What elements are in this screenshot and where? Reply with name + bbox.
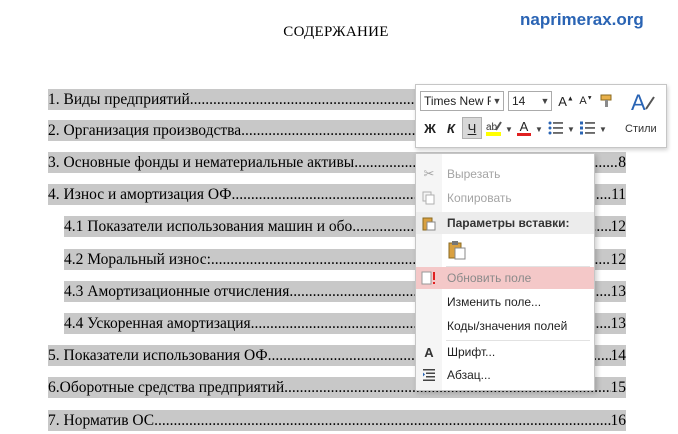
- font-color-letter: A: [519, 118, 529, 134]
- toc-page-number: 12: [610, 218, 627, 235]
- shrink-font-icon: A▼: [579, 95, 593, 107]
- toc-entry-text: 2. Организация производства: [48, 122, 242, 139]
- font-size-value: 14: [512, 94, 526, 108]
- chevron-down-icon[interactable]: ▼: [567, 125, 575, 134]
- menu-item-cut[interactable]: ✂ Вырезать: [416, 163, 594, 185]
- styles-icon: A: [631, 90, 655, 115]
- chevron-down-icon[interactable]: ▼: [539, 96, 551, 106]
- menu-item-update-field[interactable]: Обновить поле: [416, 267, 594, 289]
- toc-entry-text: 6.Оборотные средства предприятий: [48, 379, 285, 396]
- grow-font-icon: A▲: [558, 93, 574, 109]
- font-color-swatch: [517, 132, 531, 136]
- menu-item-toggle-field-codes[interactable]: Коды/значения полей: [416, 315, 594, 337]
- toc-entry[interactable]: 2. Организация производства: [48, 120, 420, 141]
- italic-label: К: [447, 120, 455, 136]
- toc-entry-text: 4.3 Амортизационные отчисления: [64, 283, 290, 300]
- chevron-down-icon[interactable]: ▼: [535, 125, 543, 134]
- toc-dot-leader: [154, 410, 610, 431]
- mini-toolbar: Times New Ro ▼ 14 ▼ A▲ A▼ A Стили Ж К Ч …: [415, 84, 667, 148]
- toc-page-number: 11: [611, 186, 626, 203]
- toc-entry[interactable]: 7. Норматив ОС 16: [48, 410, 626, 431]
- toc-entry-text: 7. Норматив ОС: [48, 412, 155, 429]
- menu-item-label: Изменить поле...: [447, 295, 542, 309]
- bullet-list-icon: [548, 121, 563, 135]
- italic-button[interactable]: К: [441, 117, 461, 139]
- update-field-icon: [416, 271, 442, 285]
- menu-item-label: Абзац...: [447, 368, 491, 382]
- menu-item-font[interactable]: A Шрифт...: [416, 341, 594, 363]
- svg-text:A: A: [631, 90, 646, 115]
- menu-item-label: Шрифт...: [447, 345, 496, 359]
- underline-button[interactable]: Ч: [462, 117, 482, 139]
- toc-entry-text: 4.1 Показатели использования машин и обо: [64, 218, 353, 235]
- highlighter-icon: ab: [486, 121, 502, 136]
- toc-entry-text: 4.2 Моральный износ:: [64, 251, 211, 268]
- highlight-color-button[interactable]: ab: [484, 117, 504, 139]
- svg-text:ab: ab: [486, 122, 498, 133]
- copy-icon: [416, 191, 442, 205]
- paste-clipboard-icon: [448, 241, 466, 260]
- paragraph-icon: [416, 368, 442, 382]
- menu-item-label: Копировать: [447, 191, 512, 205]
- toc-page-number: 16: [610, 412, 627, 429]
- menu-item-label: Коды/значения полей: [447, 319, 568, 333]
- toc-page-number: 8: [618, 154, 626, 171]
- grow-font-button[interactable]: A▲: [556, 90, 576, 112]
- font-color-button[interactable]: A: [514, 117, 534, 139]
- paste-keep-source-button[interactable]: [446, 238, 468, 262]
- font-icon: A: [424, 344, 434, 360]
- chevron-down-icon[interactable]: ▼: [505, 125, 513, 134]
- numbering-button[interactable]: [578, 117, 598, 139]
- context-menu: ✂ Вырезать Копировать Параметры вставки:: [415, 153, 595, 391]
- toc-page-number: 15: [610, 379, 627, 396]
- menu-item-copy[interactable]: Копировать: [416, 187, 594, 209]
- shrink-font-button[interactable]: A▼: [576, 90, 596, 112]
- toc-dot-leader: [190, 89, 420, 110]
- format-painter-button[interactable]: [597, 90, 617, 112]
- chevron-down-icon[interactable]: ▼: [599, 125, 607, 134]
- scissors-icon: ✂: [423, 166, 435, 181]
- bullets-button[interactable]: [546, 117, 566, 139]
- toc-page-number: 13: [610, 315, 627, 332]
- paste-options-label: Параметры вставки:: [447, 216, 570, 230]
- styles-label: Стили: [625, 123, 657, 135]
- toc-page-number: 12: [610, 251, 627, 268]
- chevron-down-icon[interactable]: ▼: [491, 96, 503, 106]
- font-color-icon: A: [517, 118, 531, 136]
- bold-label: Ж: [424, 120, 436, 136]
- menu-item-label: Вырезать: [447, 167, 501, 181]
- toc-entry-text: 3. Основные фонды и нематериальные актив…: [48, 154, 355, 171]
- toc-dot-leader: [241, 120, 420, 141]
- font-name-combo[interactable]: Times New Ro ▼: [420, 91, 504, 111]
- menu-item-edit-field[interactable]: Изменить поле...: [416, 291, 594, 313]
- format-painter-icon: [600, 94, 612, 107]
- menu-item-label: Обновить поле: [447, 271, 532, 285]
- font-size-combo[interactable]: 14 ▼: [508, 91, 552, 111]
- paste-options-header: Параметры вставки:: [416, 212, 594, 234]
- bold-button[interactable]: Ж: [420, 117, 440, 139]
- font-name-value: Times New Ro: [424, 94, 491, 108]
- toc-entry-text: 4.4 Ускоренная амортизация: [64, 315, 251, 332]
- toc-entry-text: 5. Показатели использования ОФ.: [48, 347, 272, 364]
- page-title: СОДЕРЖАНИЕ: [283, 24, 389, 40]
- toc-entry-text: 1. Виды предприятий: [48, 91, 190, 108]
- toc-entry[interactable]: 1. Виды предприятий: [48, 89, 420, 110]
- toc-entry-text: 4. Износ и амортизация ОФ: [48, 186, 232, 203]
- clipboard-icon: [416, 216, 442, 231]
- toc-page-number: 13: [610, 283, 627, 300]
- styles-button[interactable]: A: [626, 87, 658, 117]
- menu-item-paragraph[interactable]: Абзац...: [416, 364, 594, 386]
- numbered-list-icon: [580, 121, 595, 135]
- underline-label: Ч: [467, 120, 477, 136]
- toc-page-number: 14: [610, 347, 627, 364]
